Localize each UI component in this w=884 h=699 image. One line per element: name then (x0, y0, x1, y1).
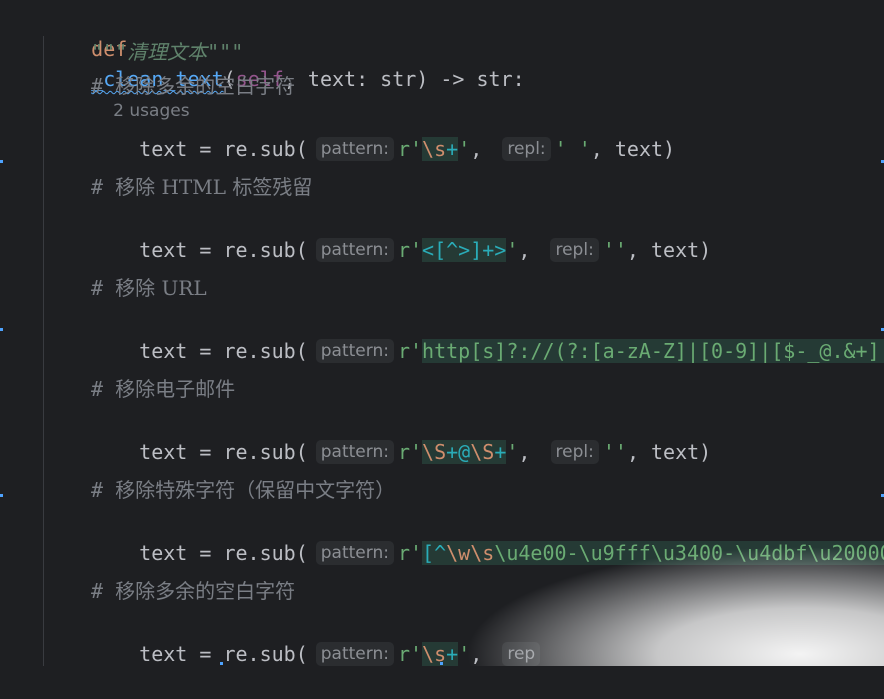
regex-token: \S (422, 440, 447, 464)
docstring-close: """ (207, 40, 244, 64)
code-line[interactable]: text = re.sub(pattern: r'\s+', rep (91, 609, 544, 666)
arg-separator: , (518, 440, 543, 464)
arg-separator: , (470, 642, 495, 666)
comment-text: 移除特殊字符（保留中文字符） (115, 478, 396, 502)
assignment: text = re.sub( (139, 137, 308, 161)
code-editor[interactable]: def _clean_text(self, text: str) -> str:… (0, 0, 884, 666)
arg-separator: , (470, 137, 495, 161)
assignment: text = re.sub( (139, 238, 308, 262)
repl-hint: rep (502, 642, 541, 666)
raw-prefix: r' (397, 137, 423, 161)
return-type: str (476, 67, 513, 91)
comment-hash: # (91, 175, 116, 199)
assignment: text = re.sub( (139, 642, 308, 666)
pattern-hint: pattern: (315, 642, 394, 666)
comment-hash: # (91, 377, 116, 401)
repl-string: ' ' (554, 137, 591, 161)
comment-line[interactable]: # 移除 HTML 标签残留 (91, 172, 312, 202)
raw-prefix: r' (397, 339, 423, 363)
gutter-marker (440, 662, 443, 665)
regex-token: \s (422, 137, 447, 161)
comment-line[interactable]: # 移除 URL (91, 273, 207, 303)
signature-rest: , text: str) -> (283, 67, 477, 91)
pattern-hint: pattern: (315, 541, 394, 565)
repl-hint: repl: (550, 440, 599, 464)
repl-string: '' (602, 238, 627, 262)
gutter-marker (0, 160, 3, 163)
raw-prefix: r' (397, 238, 423, 262)
call-tail: , text) (590, 137, 676, 161)
docstring-open: """ (91, 40, 128, 64)
comment-text: 移除 URL (115, 276, 207, 300)
comment-line[interactable]: # 移除多余的空白字符 (91, 71, 295, 101)
call-tail: , text) (626, 440, 712, 464)
regex-literal: [^\w\s\u4e00-\u9fff\u3400-\u4dbf\u20000-… (422, 541, 884, 565)
gutter-marker (220, 662, 223, 665)
raw-prefix: r' (397, 541, 423, 565)
regex-token: \w\s (446, 541, 495, 565)
string-end: ' (458, 642, 471, 666)
comment-text: 移除电子邮件 (115, 377, 236, 401)
code-line[interactable]: text = re.sub( pattern: r'\s+', repl: ' ', … (91, 104, 675, 161)
arg-separator: , (518, 238, 543, 262)
comment-line[interactable]: # 移除电子邮件 (91, 374, 235, 404)
assignment: text = re.sub( (139, 339, 308, 363)
regex-literal: \S+@\S+ (422, 440, 507, 464)
regex-token: + (446, 137, 459, 161)
comment-hash: # (91, 478, 116, 502)
function-signature-line[interactable]: def _clean_text(self, text: str) -> str:… (43, 4, 525, 121)
comment-text: 移除多余的空白字符 (115, 74, 296, 98)
regex-token: +@ (446, 440, 471, 464)
comment-hash: # (91, 276, 116, 300)
code-line[interactable]: text = re.sub( pattern: r'[^\w\s\u4e00-\u9… (91, 508, 884, 565)
regex-literal: \s+ (422, 137, 459, 161)
regex-token: + (494, 440, 507, 464)
regex-literal: http[s]?://(?:[a-zA-Z]|[0-9]|[$-_@.&+]|[… (422, 339, 884, 363)
string-end: ' (506, 440, 519, 464)
pattern-hint: pattern: (315, 238, 394, 262)
comment-line[interactable]: # 移除多余的空白字符 (91, 576, 295, 606)
gutter-marker (0, 494, 3, 497)
gutter-marker (0, 328, 3, 331)
raw-prefix: r' (397, 642, 423, 666)
pattern-hint: pattern: (315, 440, 394, 464)
comment-hash: # (91, 74, 116, 98)
comment-line[interactable]: # 移除特殊字符（保留中文字符） (91, 475, 395, 505)
call-tail: , text) (626, 238, 712, 262)
repl-string: '' (602, 440, 627, 464)
regex-token: \u4e00-\u9fff\u3400-\u4dbf\u20000-\u (494, 541, 884, 565)
pattern-hint: pattern: (315, 137, 394, 161)
comment-text: 移除 HTML 标签残留 (115, 175, 313, 199)
comment-text: 移除多余的空白字符 (115, 579, 296, 603)
assignment: text = re.sub( (139, 440, 308, 464)
raw-prefix: r' (397, 440, 423, 464)
code-line[interactable]: text = re.sub( pattern: r'http[s]?://(?:[a… (91, 306, 884, 363)
docstring-line[interactable]: """清理文本""" (91, 37, 243, 67)
pattern-hint: pattern: (315, 339, 394, 363)
repl-hint: repl: (550, 238, 599, 262)
regex-token: \S (470, 440, 495, 464)
string-end: ' (458, 137, 471, 161)
regex-token: + (446, 642, 459, 666)
code-line[interactable]: text = re.sub( pattern: r'<[^>]+>', repl: '… (91, 205, 711, 262)
regex-token: [^ (422, 541, 447, 565)
comment-hash: # (91, 579, 116, 603)
signature-colon: : (512, 67, 525, 91)
assignment: text = re.sub( (139, 541, 308, 565)
code-line[interactable]: text = re.sub(pattern: r'\S+@\S+', repl: '… (91, 407, 711, 464)
repl-hint: repl: (502, 137, 551, 161)
docstring-text: 清理文本 (127, 40, 208, 64)
string-end: ' (506, 238, 519, 262)
regex-literal: <[^>]+> (422, 238, 507, 262)
